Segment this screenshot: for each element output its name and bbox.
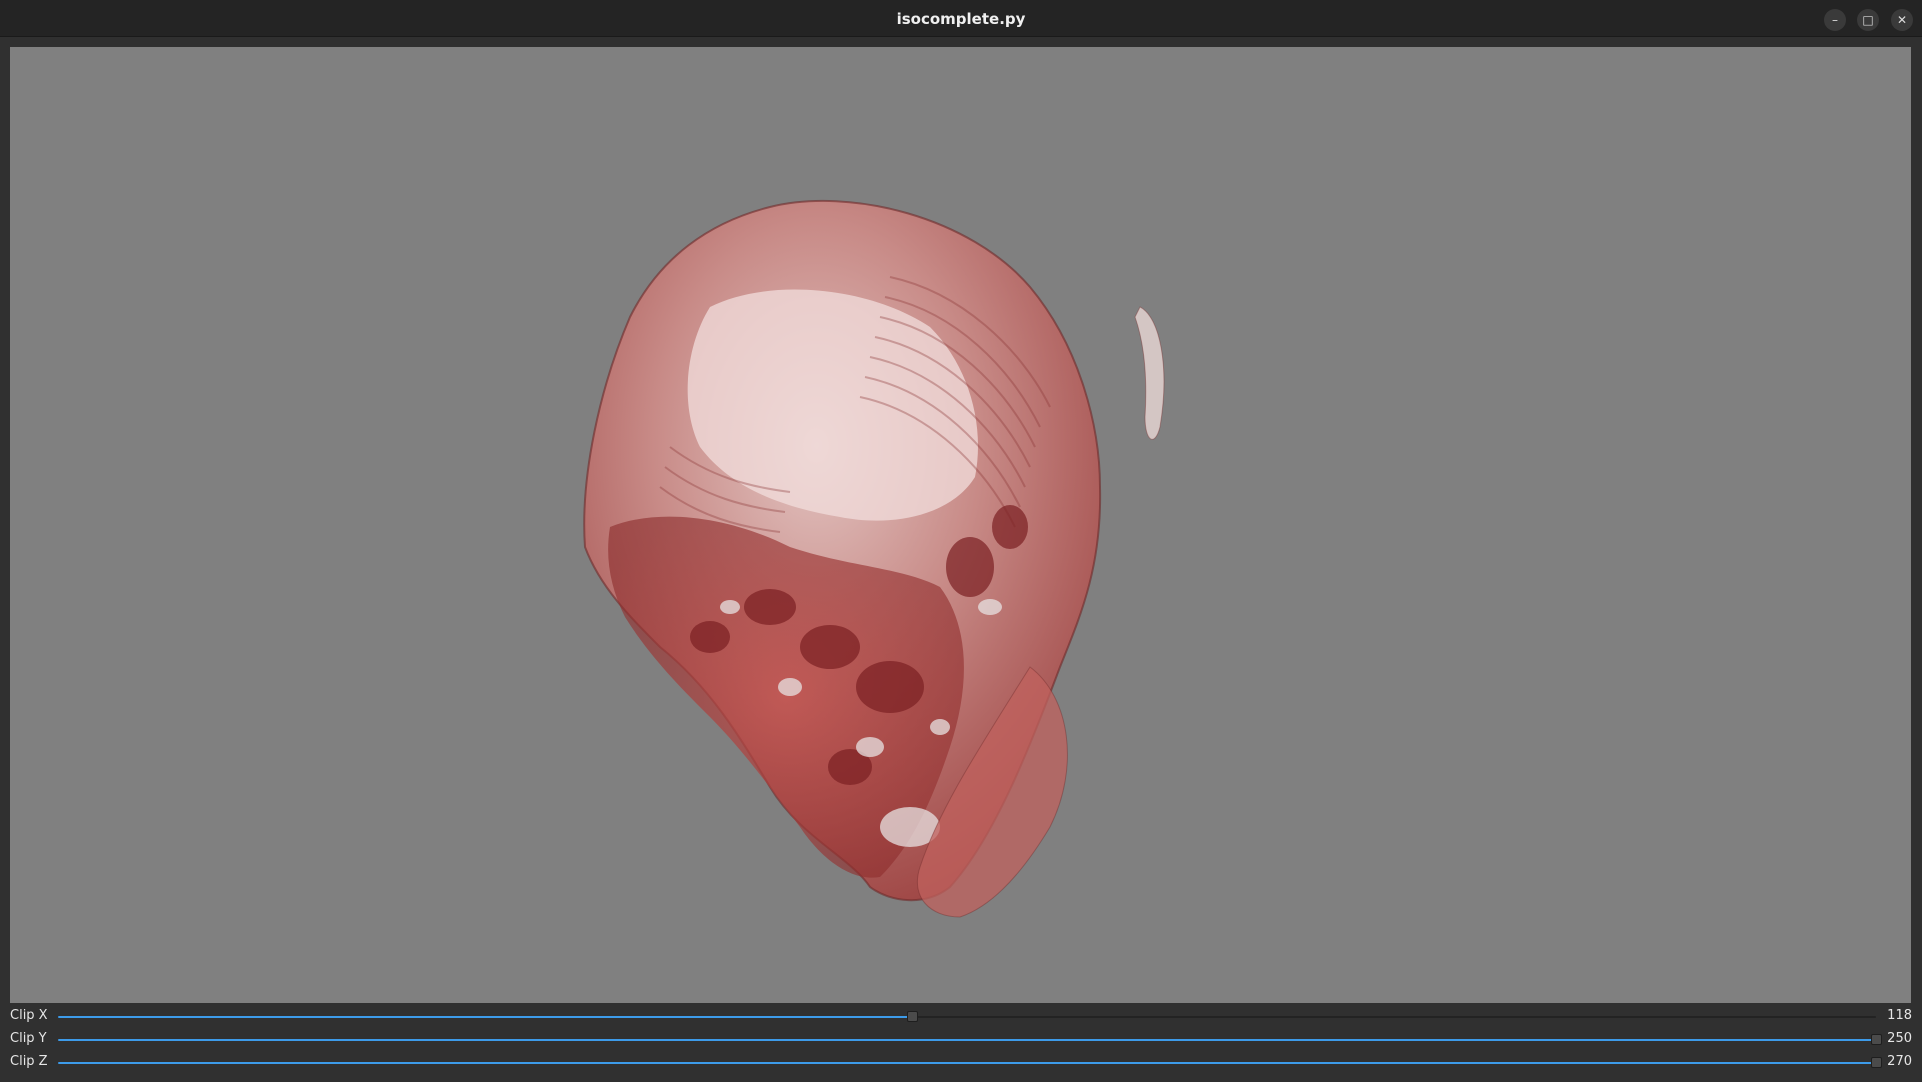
clip-y-label: Clip Y: [10, 1031, 47, 1046]
volume-rendering-head-icon: [583, 199, 1165, 918]
app-window: isocomplete.py – □ ✕ Clip X 118 Clip Y 2…: [0, 0, 1922, 1082]
clip-y-value: 250: [1887, 1031, 1912, 1046]
close-icon: ✕: [1896, 13, 1908, 27]
maximize-button[interactable]: □: [1857, 9, 1879, 31]
maximize-icon: □: [1862, 13, 1874, 27]
clip-z-fill: [58, 1062, 1876, 1064]
render-viewport[interactable]: [10, 47, 1911, 1003]
clip-z-value: 270: [1887, 1054, 1912, 1069]
clip-x-value: 118: [1887, 1008, 1912, 1023]
minimize-button[interactable]: –: [1824, 9, 1846, 31]
minimize-icon: –: [1832, 13, 1838, 27]
clip-x-handle[interactable]: [907, 1011, 919, 1022]
slider-row-clip-y: Clip Y 250: [0, 1028, 1922, 1051]
clip-z-label: Clip Z: [10, 1054, 48, 1069]
clip-x-slider[interactable]: [58, 1011, 1876, 1022]
title-bar[interactable]: isocomplete.py – □ ✕: [0, 0, 1922, 37]
clip-y-fill: [58, 1039, 1876, 1041]
clip-y-slider[interactable]: [58, 1034, 1882, 1045]
clip-x-label: Clip X: [10, 1008, 48, 1023]
window-title: isocomplete.py: [896, 10, 1026, 28]
clip-x-fill: [58, 1016, 913, 1018]
clip-y-handle[interactable]: [1871, 1034, 1882, 1045]
close-button[interactable]: ✕: [1891, 9, 1913, 31]
slider-row-clip-z: Clip Z 270: [0, 1051, 1922, 1074]
slider-row-clip-x: Clip X 118: [0, 1005, 1922, 1028]
clip-z-slider[interactable]: [58, 1057, 1882, 1068]
clip-z-handle[interactable]: [1871, 1057, 1882, 1068]
clip-controls: Clip X 118 Clip Y 250 Clip Z 270: [0, 1005, 1922, 1082]
